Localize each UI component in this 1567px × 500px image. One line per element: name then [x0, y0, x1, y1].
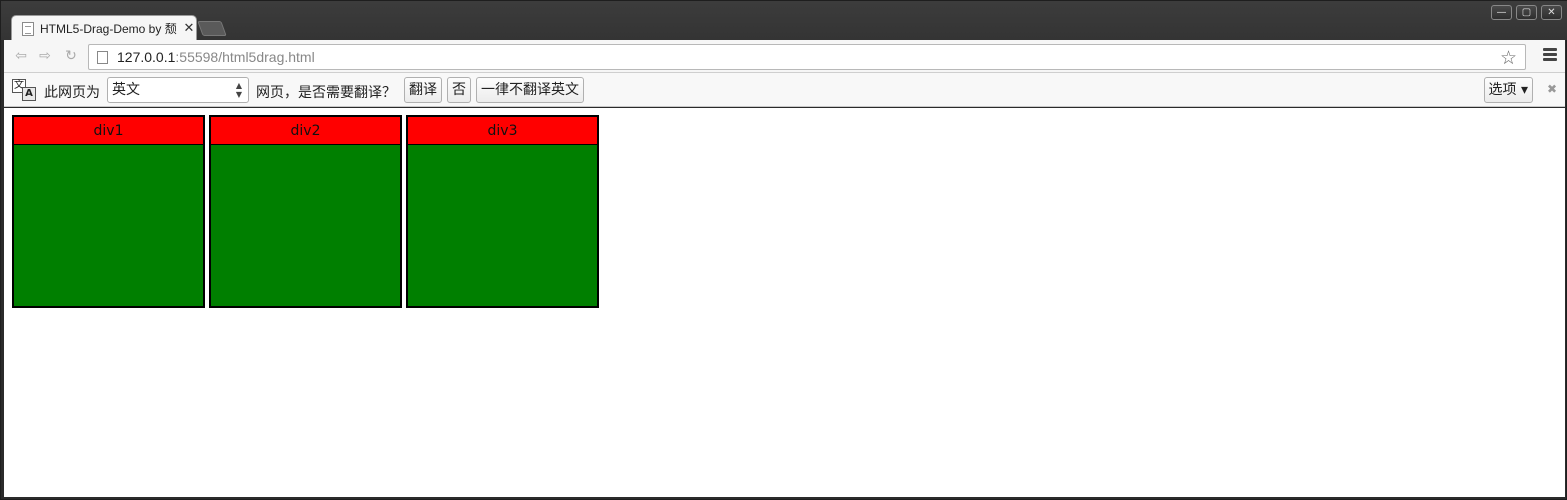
translate-button[interactable]: 翻译 [404, 77, 442, 103]
box-header[interactable]: div2 [211, 117, 400, 145]
drag-box-div1[interactable]: div1 [12, 115, 205, 308]
tab-strip: HTML5-Drag-Demo by 颓 ✕ — ▢ ✕ [1, 1, 1567, 41]
url-path: :55598/html5drag.html [175, 49, 315, 65]
infobar-close-icon[interactable]: ✖ [1547, 82, 1557, 96]
box-header[interactable]: div1 [14, 117, 203, 145]
tab-title: HTML5-Drag-Demo by 颓 [40, 22, 177, 36]
forward-button[interactable]: ⇨ [36, 48, 54, 64]
translate-prompt-prefix: 此网页为 [44, 85, 100, 101]
bookmark-star-icon[interactable]: ☆ [1500, 47, 1517, 69]
window-controls: — ▢ ✕ [1491, 5, 1562, 20]
language-select[interactable]: 英文 ▲ ▼ [107, 77, 249, 103]
close-window-button[interactable]: ✕ [1541, 5, 1562, 20]
page-favicon-icon [22, 21, 34, 36]
box-header[interactable]: div3 [408, 117, 597, 145]
browser-window: HTML5-Drag-Demo by 颓 ✕ — ▢ ✕ ⇦ ⇨ ↻ 127.0… [0, 0, 1567, 500]
menu-icon[interactable] [1543, 48, 1557, 62]
no-translate-button[interactable]: 否 [447, 77, 471, 103]
tab-close-icon[interactable]: ✕ [182, 21, 196, 36]
drag-box-div3[interactable]: div3 [406, 115, 599, 308]
page-content: div1 div2 div3 [4, 108, 1565, 497]
translate-options-button[interactable]: 选项 ▾ [1483, 77, 1533, 103]
maximize-button[interactable]: ▢ [1516, 5, 1537, 20]
drag-box-div2[interactable]: div2 [209, 115, 402, 308]
url-host: 127.0.0.1 [117, 49, 176, 65]
never-translate-button[interactable]: 一律不翻译英文 [476, 77, 584, 103]
reload-button[interactable]: ↻ [62, 48, 80, 64]
select-arrows-icon: ▲ ▼ [235, 81, 242, 99]
address-bar[interactable]: 127.0.0.1:55598/html5drag.html ☆ [88, 44, 1526, 70]
translate-prompt-suffix: 网页，是否需要翻译？ [256, 85, 396, 101]
new-tab-button[interactable] [197, 21, 227, 36]
back-button[interactable]: ⇦ [12, 48, 30, 64]
browser-toolbar: ⇦ ⇨ ↻ 127.0.0.1:55598/html5drag.html ☆ [4, 40, 1565, 73]
language-value: 英文 [112, 82, 140, 98]
minimize-button[interactable]: — [1491, 5, 1512, 20]
translate-icon: 文 A [12, 79, 36, 101]
translate-infobar: 文 A 此网页为 英文 ▲ ▼ 网页，是否需要翻译？ 翻译 否 一律不翻译英文 选… [4, 73, 1565, 107]
page-icon [97, 50, 108, 64]
tab-active[interactable]: HTML5-Drag-Demo by 颓 ✕ [11, 15, 197, 41]
